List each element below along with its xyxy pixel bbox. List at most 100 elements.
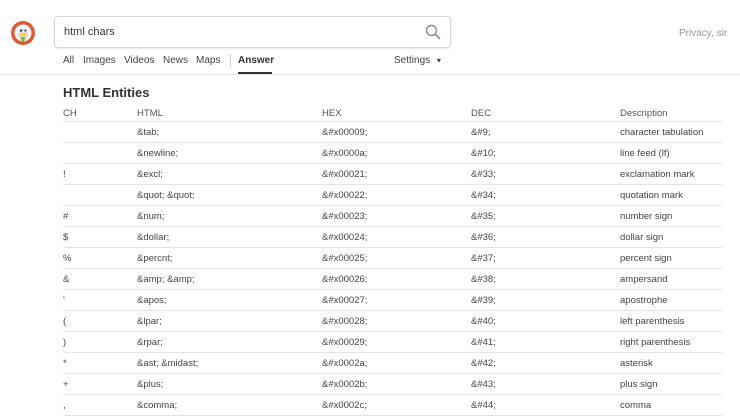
chevron-down-icon: ▾ xyxy=(436,56,441,65)
cell-hex: &#x00026; xyxy=(322,274,368,285)
cell-ch: $ xyxy=(63,232,69,243)
cell-ch: ) xyxy=(63,337,67,348)
tab-news[interactable]: News xyxy=(163,55,188,66)
cell-description: asterisk xyxy=(620,358,653,369)
cell-html: &amp; &amp; xyxy=(137,274,195,285)
cell-ch: # xyxy=(63,211,69,222)
tab-all[interactable]: All xyxy=(63,55,74,66)
cell-dec: &#36; xyxy=(471,232,496,243)
cell-description: percent sign xyxy=(620,253,672,264)
answer-title: HTML Entities xyxy=(63,85,150,100)
cell-hex: &#x00029; xyxy=(322,337,368,348)
cell-description: character tabulation xyxy=(620,127,704,138)
entities-table: CH HTML HEX DEC Description &tab; &#x0000… xyxy=(63,106,722,416)
table-body: &tab; &#x00009; &#9; character tabulation &n… xyxy=(63,122,722,416)
cell-html: &plus; xyxy=(137,379,164,390)
column-header-dec: DEC xyxy=(471,108,492,119)
cell-hex: &#x00023; xyxy=(322,211,368,222)
table-row: , &comma; &#x0002c; &#44; comma xyxy=(63,395,722,416)
tab-answer[interactable]: Answer xyxy=(238,55,274,66)
header: html chars Privacy, sir All Images Video… xyxy=(0,0,740,75)
cell-dec: &#44; xyxy=(471,400,496,411)
search-icon[interactable] xyxy=(424,23,442,41)
settings-label: Settings xyxy=(394,55,431,66)
cell-hex: &#x00009; xyxy=(322,127,368,138)
cell-description: right parenthesis xyxy=(620,337,691,348)
cell-dec: &#35; xyxy=(471,211,496,222)
cell-html: &percnt; xyxy=(137,253,173,264)
cell-ch: , xyxy=(63,400,66,411)
tab-maps[interactable]: Maps xyxy=(196,55,220,66)
cell-description: number sign xyxy=(620,211,673,222)
table-row: ' &apos; &#x00027; &#39; apostrophe xyxy=(63,290,722,311)
table-header-row: CH HTML HEX DEC Description xyxy=(63,106,722,122)
cell-ch: % xyxy=(63,253,72,264)
cell-html: &comma; xyxy=(137,400,178,411)
cell-html: &ast; &midast; xyxy=(137,358,199,369)
cell-dec: &#39; xyxy=(471,295,496,306)
cell-ch: & xyxy=(63,274,70,285)
table-row: &quot; &quot; &#x00022; &#34; quotation mar… xyxy=(63,185,722,206)
cell-hex: &#x00028; xyxy=(322,316,368,327)
table-row: &tab; &#x00009; &#9; character tabulation xyxy=(63,122,722,143)
cell-description: quotation mark xyxy=(620,190,683,201)
cell-html: &excl; xyxy=(137,169,163,180)
cell-dec: &#10; xyxy=(471,148,496,159)
cell-hex: &#x0002b; xyxy=(322,379,368,390)
cell-ch: + xyxy=(63,379,69,390)
privacy-link[interactable]: Privacy, sir xyxy=(679,28,727,39)
table-row: $ &dollar; &#x00024; &#36; dollar sign xyxy=(63,227,722,248)
cell-html: &dollar; xyxy=(137,232,170,243)
cell-dec: &#43; xyxy=(471,379,496,390)
cell-ch: ! xyxy=(63,169,66,180)
cell-dec: &#38; xyxy=(471,274,496,285)
cell-dec: &#34; xyxy=(471,190,496,201)
cell-hex: &#x00021; xyxy=(322,169,368,180)
table-row: &newline; &#x0000a; &#10; line feed (lf) xyxy=(63,143,722,164)
active-tab-indicator xyxy=(238,72,272,74)
cell-description: line feed (lf) xyxy=(620,148,670,159)
search-box[interactable]: html chars xyxy=(54,16,451,48)
cell-description: ampersand xyxy=(620,274,668,285)
cell-dec: &#40; xyxy=(471,316,496,327)
cell-description: dollar sign xyxy=(620,232,664,243)
cell-html: &apos; xyxy=(137,295,167,306)
cell-description: exclamation mark xyxy=(620,169,695,180)
cell-dec: &#9; xyxy=(471,127,491,138)
table-row: & &amp; &amp; &#x00026; &#38; ampersand xyxy=(63,269,722,290)
cell-html: &quot; &quot; xyxy=(137,190,195,201)
cell-ch: ( xyxy=(63,316,67,327)
cell-hex: &#x00022; xyxy=(322,190,368,201)
table-row: ! &excl; &#x00021; &#33; exclamation mark xyxy=(63,164,722,185)
cell-dec: &#37; xyxy=(471,253,496,264)
cell-html: &num; xyxy=(137,211,165,222)
cell-hex: &#x00027; xyxy=(322,295,368,306)
cell-html: &lpar; xyxy=(137,316,162,327)
cell-html: &rpar; xyxy=(137,337,163,348)
cell-hex: &#x0000a; xyxy=(322,148,368,159)
cell-description: plus sign xyxy=(620,379,658,390)
column-header-html: HTML xyxy=(137,108,163,119)
table-row: % &percnt; &#x00025; &#37; percent sign xyxy=(63,248,722,269)
column-header-ch: CH xyxy=(63,108,77,119)
cell-hex: &#x0002c; xyxy=(322,400,367,411)
cell-description: left parenthesis xyxy=(620,316,685,327)
table-row: + &plus; &#x0002b; &#43; plus sign xyxy=(63,374,722,395)
cell-dec: &#42; xyxy=(471,358,496,369)
table-row: ) &rpar; &#x00029; &#41; right parenthesis xyxy=(63,332,722,353)
cell-dec: &#33; xyxy=(471,169,496,180)
cell-description: apostrophe xyxy=(620,295,668,306)
cell-hex: &#x00024; xyxy=(322,232,368,243)
tab-divider xyxy=(230,54,231,67)
settings-dropdown[interactable]: Settings ▾ xyxy=(394,55,441,66)
search-input[interactable]: html chars xyxy=(64,26,115,38)
table-row: * &ast; &midast; &#x0002a; &#42; asterisk xyxy=(63,353,722,374)
table-row: # &num; &#x00023; &#35; number sign xyxy=(63,206,722,227)
cell-ch: * xyxy=(63,358,67,369)
tab-videos[interactable]: Videos xyxy=(124,55,154,66)
column-header-hex: HEX xyxy=(322,108,342,119)
cell-description: comma xyxy=(620,400,652,411)
tab-images[interactable]: Images xyxy=(83,55,116,66)
duckduckgo-logo[interactable] xyxy=(11,21,35,45)
column-header-description: Description xyxy=(620,108,668,119)
